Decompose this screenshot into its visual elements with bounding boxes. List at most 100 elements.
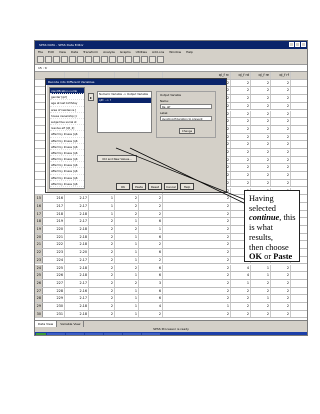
- table-cell[interactable]: 2: [271, 164, 291, 172]
- column-header[interactable]: ql_f rf: [271, 72, 291, 79]
- old-new-values-button[interactable]: Old and New Values...: [97, 155, 137, 162]
- reset-button[interactable]: Reset: [148, 183, 162, 190]
- start-button[interactable]: [36, 332, 46, 335]
- table-cell[interactable]: 2.18: [65, 264, 89, 272]
- taskbar-item[interactable]: [123, 332, 141, 335]
- split-file-icon[interactable]: [133, 56, 140, 63]
- table-cell[interactable]: 2: [251, 287, 271, 295]
- table-cell[interactable]: 2: [251, 179, 271, 187]
- row-number[interactable]: 28: [35, 295, 43, 302]
- table-cell[interactable]: 221: [43, 233, 65, 241]
- table-cell[interactable]: 2: [115, 264, 139, 272]
- table-cell[interactable]: 2: [251, 118, 271, 125]
- table-cell[interactable]: 2.18: [65, 272, 89, 279]
- table-cell[interactable]: 2.17: [65, 256, 89, 264]
- table-row[interactable]: 27 228 2.16 2 1 6 2 2 2 2: [35, 287, 307, 296]
- table-cell[interactable]: 227: [43, 279, 65, 287]
- table-cell[interactable]: 2: [139, 310, 163, 318]
- table-cell[interactable]: 1: [115, 256, 139, 264]
- row-number[interactable]: 29: [35, 303, 43, 310]
- table-cell[interactable]: 1: [89, 202, 115, 210]
- table-cell[interactable]: 2: [139, 210, 163, 218]
- table-cell[interactable]: 2: [211, 210, 231, 218]
- row-number[interactable]: 24: [35, 264, 43, 272]
- table-cell[interactable]: 2: [89, 264, 115, 272]
- table-cell[interactable]: 2: [211, 249, 231, 256]
- table-cell[interactable]: 2: [89, 303, 115, 310]
- table-cell[interactable]: 1: [251, 272, 271, 279]
- goto-chart-icon[interactable]: [85, 56, 92, 63]
- table-cell[interactable]: 2: [271, 118, 291, 125]
- row-number[interactable]: 18: [35, 218, 43, 225]
- table-row[interactable]: 26 227 2.17 2 2 3 2 1 2 2: [35, 279, 307, 288]
- table-cell[interactable]: 2: [231, 310, 251, 318]
- table-cell[interactable]: 2: [115, 279, 139, 287]
- select-cases-icon[interactable]: [149, 56, 156, 63]
- table-cell[interactable]: 2: [271, 125, 291, 133]
- table-cell[interactable]: 2: [211, 272, 231, 279]
- table-cell[interactable]: 1: [251, 295, 271, 302]
- dialog-recall-icon[interactable]: [61, 56, 68, 63]
- table-cell[interactable]: 2: [251, 125, 271, 133]
- row-number[interactable]: 17: [35, 210, 43, 218]
- table-cell[interactable]: 223: [43, 249, 65, 256]
- insert-case-icon[interactable]: [117, 56, 124, 63]
- open-icon[interactable]: [37, 56, 44, 63]
- table-cell[interactable]: 2: [115, 195, 139, 202]
- paste-button[interactable]: Paste: [132, 183, 146, 190]
- table-cell[interactable]: 2: [211, 218, 231, 225]
- table-cell[interactable]: 2: [211, 241, 231, 249]
- table-cell[interactable]: 1: [139, 226, 163, 233]
- table-row[interactable]: 30 231 2.18 2 1 2 2 2 2 2: [35, 310, 307, 319]
- find-icon[interactable]: [109, 56, 116, 63]
- table-cell[interactable]: 1: [115, 218, 139, 225]
- table-cell[interactable]: 1: [251, 264, 271, 272]
- row-number[interactable]: 20: [35, 233, 43, 241]
- table-cell[interactable]: 2: [271, 79, 291, 87]
- table-cell[interactable]: 224: [43, 256, 65, 264]
- row-number[interactable]: 19: [35, 226, 43, 233]
- table-cell[interactable]: 2: [89, 233, 115, 241]
- table-cell[interactable]: 2: [231, 118, 251, 125]
- maximize-icon[interactable]: [295, 42, 300, 47]
- taskbar-item[interactable]: [85, 332, 103, 335]
- table-cell[interactable]: 2.17: [65, 295, 89, 302]
- table-cell[interactable]: 2.18: [65, 303, 89, 310]
- row-number[interactable]: 16: [35, 202, 43, 210]
- weight-cases-icon[interactable]: [141, 56, 148, 63]
- table-cell[interactable]: 2: [231, 133, 251, 141]
- mapping-row[interactable]: qlfc --> ?: [98, 98, 151, 103]
- minimize-icon[interactable]: [289, 42, 294, 47]
- table-cell[interactable]: 2: [139, 202, 163, 210]
- table-cell[interactable]: 2: [231, 164, 251, 172]
- table-cell[interactable]: 2: [231, 141, 251, 148]
- table-cell[interactable]: 2: [251, 172, 271, 179]
- print-icon[interactable]: [53, 56, 60, 63]
- insert-variable-icon[interactable]: [125, 56, 132, 63]
- table-cell[interactable]: 1: [115, 241, 139, 249]
- table-cell[interactable]: 2.18: [65, 210, 89, 218]
- table-cell[interactable]: 2: [271, 95, 291, 102]
- table-cell[interactable]: 2: [251, 87, 271, 95]
- column-header[interactable]: ql_f re: [251, 72, 271, 79]
- table-cell[interactable]: 218: [43, 210, 65, 218]
- move-variable-button[interactable]: ▸: [88, 93, 94, 101]
- table-cell[interactable]: 1: [211, 303, 231, 310]
- table-cell[interactable]: 2: [251, 95, 271, 102]
- table-cell[interactable]: 2: [89, 287, 115, 295]
- variables-icon[interactable]: [101, 56, 108, 63]
- table-cell[interactable]: 1: [115, 295, 139, 302]
- table-cell[interactable]: 2: [139, 241, 163, 249]
- table-cell[interactable]: 2: [211, 310, 231, 318]
- table-cell[interactable]: 2: [139, 195, 163, 202]
- table-cell[interactable]: 6: [139, 272, 163, 279]
- table-cell[interactable]: 2: [251, 149, 271, 156]
- table-cell[interactable]: 2: [231, 287, 251, 295]
- value-labels-icon[interactable]: [157, 56, 164, 63]
- table-cell[interactable]: 2: [251, 133, 271, 141]
- table-cell[interactable]: 4: [231, 264, 251, 272]
- table-cell[interactable]: 2: [251, 310, 271, 318]
- table-cell[interactable]: 2.18: [65, 233, 89, 241]
- table-cell[interactable]: 2: [211, 233, 231, 241]
- change-button[interactable]: Change: [179, 128, 195, 134]
